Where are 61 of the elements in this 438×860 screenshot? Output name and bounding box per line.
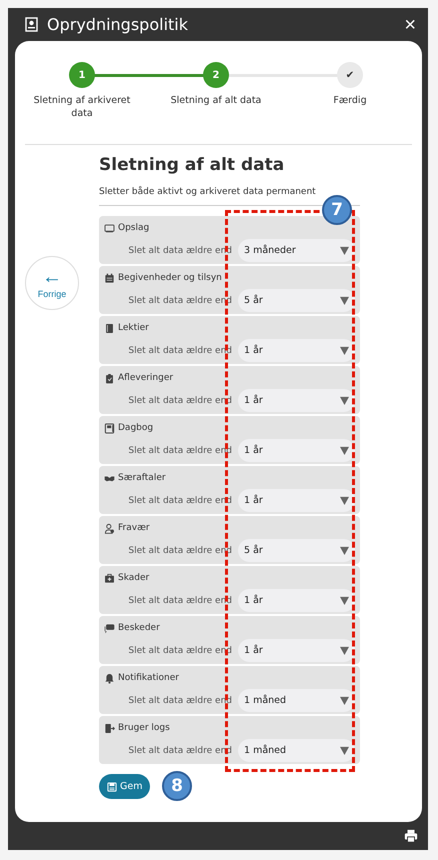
caret-icon: [340, 646, 349, 655]
field-label: Slet alt data ældre end: [128, 446, 232, 456]
close-button[interactable]: ×: [404, 14, 416, 34]
period-dropdown[interactable]: 1 måned: [238, 689, 355, 712]
callout-badge: 7: [322, 195, 352, 225]
step-label: Færdig: [333, 95, 367, 108]
category-label: Dagbog: [118, 423, 154, 433]
period-dropdown[interactable]: 1 år: [238, 639, 355, 662]
window-title: Oprydningspolitik: [47, 15, 189, 34]
save-button[interactable]: Gem: [99, 774, 150, 799]
category-label: Særaftaler: [118, 473, 166, 483]
caret-icon: [340, 396, 349, 405]
caret-icon: [340, 446, 349, 455]
bell-icon: [104, 672, 115, 684]
caret-icon: [340, 246, 349, 255]
caret-icon: [340, 696, 349, 705]
caret-icon: [340, 296, 349, 305]
period-dropdown[interactable]: 1 år: [238, 389, 355, 412]
exit-icon: [104, 722, 115, 734]
category-label: Afleveringer: [118, 373, 174, 383]
book-icon: [104, 322, 115, 334]
save-icon: [107, 782, 117, 792]
chat-icon: [104, 622, 115, 634]
category-label: Lektier: [118, 323, 149, 333]
period-dropdown[interactable]: 1 år: [238, 589, 355, 612]
step-indicator: 2: [203, 62, 229, 88]
clipboard-icon: [104, 372, 115, 384]
caret-icon: [340, 546, 349, 555]
caret-icon: [340, 746, 349, 755]
caret-icon: [340, 596, 349, 605]
category-label: Fravær: [118, 523, 150, 533]
category-label: Opslag: [118, 223, 150, 233]
step-indicator: 1: [69, 62, 95, 88]
caret-icon: [340, 496, 349, 505]
calendar-icon: [104, 272, 115, 284]
first-aid-icon: [104, 572, 115, 584]
notebook-icon: [104, 422, 115, 434]
category-label: Skader: [118, 573, 150, 583]
category-label: Beskeder: [118, 623, 160, 633]
period-dropdown[interactable]: 1 måned: [238, 739, 355, 762]
period-dropdown[interactable]: 1 år: [238, 439, 355, 462]
caret-icon: [340, 346, 349, 355]
period-dropdown[interactable]: 5 år: [238, 289, 355, 312]
period-dropdown[interactable]: 5 år: [238, 539, 355, 562]
section-subtitle: Sletter både aktivt og arkiveret data permanent: [99, 187, 317, 197]
callout-badge: 8: [162, 771, 192, 801]
category-label: Begivenheder og tilsyn: [118, 273, 222, 283]
period-dropdown[interactable]: 3 måneder: [238, 239, 355, 262]
period-dropdown[interactable]: 1 år: [238, 489, 355, 512]
step-label: Sletning af arkiveret data: [32, 95, 132, 121]
step-label: Sletning af alt data: [170, 95, 262, 108]
printer-icon[interactable]: [404, 829, 418, 843]
category-label: Notifikationer: [118, 673, 179, 683]
period-dropdown[interactable]: 1 år: [238, 339, 355, 362]
person-icon: [104, 522, 115, 534]
section-title: Sletning af alt data: [99, 155, 286, 175]
document-icon: [24, 16, 40, 32]
back-button[interactable]: ← Forrige: [25, 256, 79, 310]
category-label: Bruger logs: [118, 723, 170, 733]
monitor-icon: [104, 222, 115, 234]
step-indicator: ✔: [337, 62, 363, 88]
